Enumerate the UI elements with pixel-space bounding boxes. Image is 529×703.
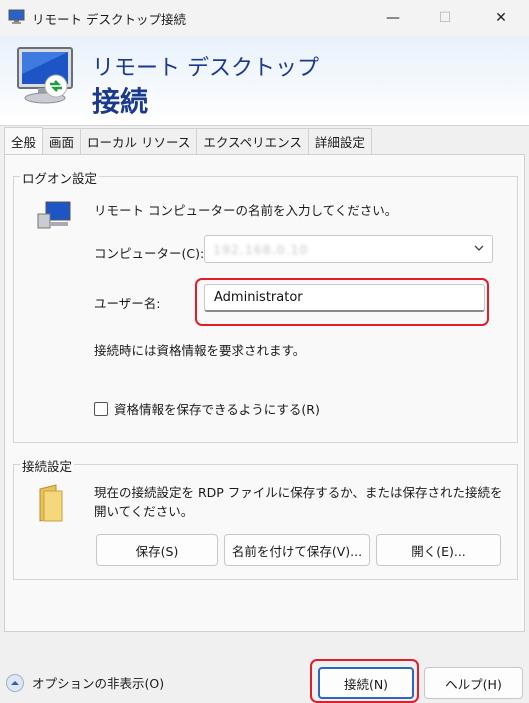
general-tab-panel: ログオン設定 リモート コンピューターの名前を入力してください。 コンピューター… [4,154,525,632]
close-button[interactable]: ✕ [478,0,524,36]
save-button[interactable]: 保存(S) [96,534,218,566]
open-button[interactable]: 開く(E)... [376,534,501,566]
connect-highlight [310,659,419,703]
tab-display[interactable]: 画面 [42,128,82,154]
checkbox-box[interactable] [94,401,108,416]
window-title: リモート デスクトップ接続 [32,12,186,27]
remote-desktop-icon [8,9,25,24]
chevron-up-icon[interactable] [6,673,24,692]
tab-local-resources[interactable]: ローカル リソース [80,128,198,154]
computer-value: 192.168.0.10 [213,242,309,257]
connection-settings-legend: 接続設定 [20,456,75,475]
computer-name-instruction: リモート コンピューターの名前を入力してください。 [94,203,398,218]
computer-label: コンピューター(C): [94,246,205,261]
logon-settings-group: ログオン設定 リモート コンピューターの名前を入力してください。 コンピューター… [13,168,518,443]
save-as-button[interactable]: 名前を付けて保存(V)... [224,534,370,566]
credential-note: 接続時には資格情報を要求されます。 [94,343,306,358]
connection-description: 現在の接続設定を RDP ファイルに保存するか、または保存された接続を開いてくだ… [94,485,503,519]
connection-settings-group: 接続設定 現在の接続設定を RDP ファイルに保存するか、または保存された接続を… [13,456,518,580]
save-credentials-label[interactable]: 資格情報を保存できるようにする(R) [114,399,320,418]
logon-settings-legend: ログオン設定 [20,168,100,187]
tab-experience[interactable]: エクスペリエンス [196,128,309,154]
username-label: ユーザー名: [94,296,161,311]
tab-advanced[interactable]: 詳細設定 [307,128,372,154]
tab-general[interactable]: 全般 [4,127,44,154]
remote-desktop-logo-icon [17,47,73,104]
banner-title-line2: 接続 [92,85,149,118]
computer-icon [37,201,71,229]
chevron-down-icon[interactable] [472,241,486,255]
minimize-button[interactable]: — [370,0,416,36]
hide-options-toggle[interactable]: オプションの非表示(O) [6,673,164,692]
hide-options-label[interactable]: オプションの非表示(O) [32,673,164,692]
username-highlight [195,278,489,326]
save-credentials-checkbox[interactable]: 資格情報を保存できるようにする(R) [94,399,320,418]
tab-bar: 全般 画面 ローカル リソース エクスペリエンス 詳細設定 [4,127,372,154]
banner-title-line1: リモート デスクトップ [92,56,319,81]
title-bar: リモート デスクトップ接続 — ☐ ✕ [0,0,529,36]
help-button[interactable]: ヘルプ(H) [424,667,523,699]
computer-combobox[interactable]: 192.168.0.10 [204,235,493,263]
maximize-button[interactable]: ☐ [422,0,468,36]
header-banner: リモート デスクトップ 接続 [0,36,529,126]
folder-icon [39,484,63,522]
